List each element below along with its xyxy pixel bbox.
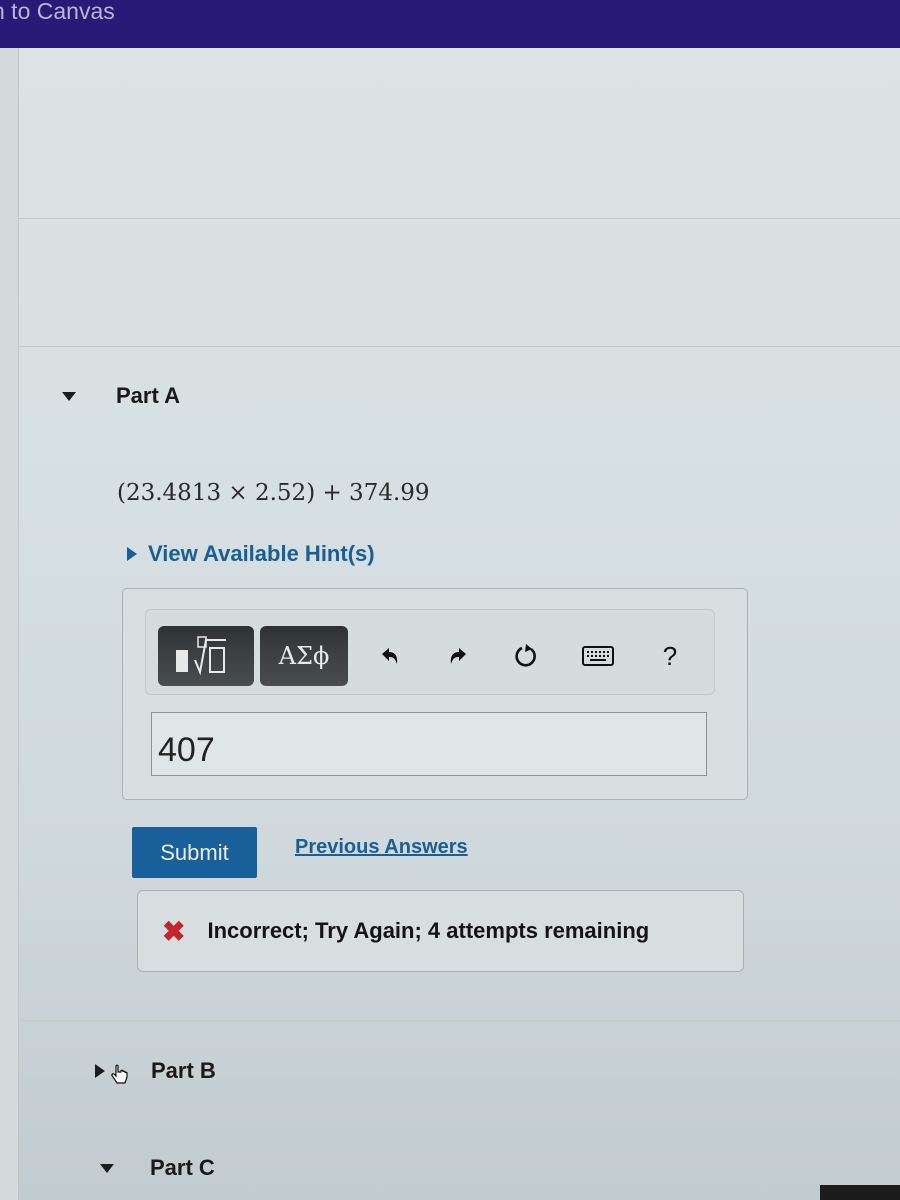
- caret-down-icon: [62, 391, 76, 401]
- undo-button[interactable]: [374, 640, 406, 672]
- feedback-message: Incorrect; Try Again; 4 attempts remaini…: [207, 918, 650, 943]
- screen-bezel: [820, 1185, 900, 1200]
- back-to-canvas-link[interactable]: n to Canvas: [0, 0, 115, 25]
- math-toolbar: ΑΣϕ ?: [145, 609, 715, 695]
- part-a-header[interactable]: Part A: [62, 383, 180, 409]
- redo-icon: [450, 648, 466, 664]
- caret-right-icon: [95, 1064, 105, 1078]
- left-edge-panel: [0, 48, 19, 1200]
- hint-link-label: View Available Hint(s): [148, 541, 375, 566]
- templates-button[interactable]: [158, 626, 254, 686]
- help-button[interactable]: ?: [654, 640, 686, 672]
- part-a-label: Part A: [116, 383, 180, 408]
- question-expression: (23.4813 × 2.52) + 374.99: [117, 480, 430, 506]
- caret-right-icon: [127, 547, 137, 561]
- hand-pointer-icon: [111, 1064, 128, 1084]
- answer-input[interactable]: 407: [151, 712, 707, 776]
- previous-answers-link[interactable]: Previous Answers: [295, 836, 468, 859]
- keyboard-icon: [582, 646, 614, 666]
- caret-down-icon: [100, 1163, 114, 1173]
- part-b-label: Part B: [151, 1058, 216, 1083]
- part-c-label: Part C: [150, 1155, 215, 1180]
- part-c-header[interactable]: Part C: [100, 1155, 215, 1181]
- top-navigation-bar: n to Canvas: [0, 0, 900, 48]
- reset-icon: [515, 644, 536, 667]
- redo-button[interactable]: [442, 640, 474, 672]
- feedback-box: ✖ Incorrect; Try Again; 4 attempts remai…: [137, 890, 744, 972]
- greek-symbols-button[interactable]: ΑΣϕ: [260, 626, 348, 686]
- fraction-sqrt-icon: [176, 636, 226, 676]
- incorrect-x-icon: ✖: [162, 915, 186, 947]
- divider: [18, 218, 900, 219]
- undo-icon: [382, 648, 398, 664]
- part-b-header[interactable]: Part B: [95, 1056, 216, 1086]
- divider: [18, 1020, 900, 1021]
- view-hints-link[interactable]: View Available Hint(s): [127, 541, 375, 567]
- divider: [18, 346, 900, 347]
- submit-button[interactable]: Submit: [132, 827, 257, 878]
- reset-button[interactable]: [510, 640, 542, 672]
- answer-panel: ΑΣϕ ? 407: [122, 588, 748, 800]
- keyboard-button[interactable]: [582, 640, 614, 672]
